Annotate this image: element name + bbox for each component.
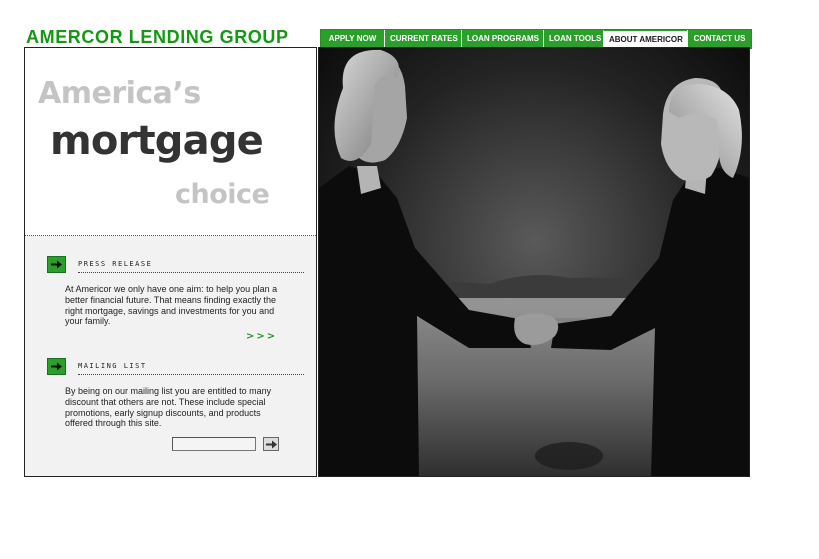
nav-current-rates[interactable]: CURRENT RATES xyxy=(384,30,461,48)
nav-loan-programs[interactable]: LOAN PROGRAMS xyxy=(461,30,543,48)
hero-line-mortgage: mortgage xyxy=(50,118,264,164)
arrow-right-icon[interactable] xyxy=(47,358,66,375)
nav-apply-now[interactable]: APPLY NOW xyxy=(321,30,384,48)
arrow-right-icon[interactable] xyxy=(47,256,66,273)
hero-line-choice: choice xyxy=(175,179,270,210)
hero-photo-handshake xyxy=(319,47,750,477)
press-release-divider xyxy=(78,272,304,273)
brand-logo-text[interactable]: AMERCOR LENDING GROUP xyxy=(26,27,289,48)
press-release-text: At Americor we only have one aim: to hel… xyxy=(65,284,278,327)
hero-line-america: America’s xyxy=(38,76,201,111)
press-release-header: PRESS RELEASE xyxy=(47,256,304,274)
mailing-list-divider xyxy=(78,374,304,375)
nav-loan-tools[interactable]: LOAN TOOLS xyxy=(543,30,603,48)
mailing-list-submit-button[interactable] xyxy=(263,437,279,451)
main-navigation: APPLY NOW CURRENT RATES LOAN PROGRAMS LO… xyxy=(320,29,752,49)
mailing-list-header: MAILING LIST xyxy=(47,358,304,376)
mailing-list-text: By being on our mailing list you are ent… xyxy=(65,386,272,429)
left-content-panel: America’s mortgage choice PRESS RELEASE … xyxy=(24,47,316,477)
nav-contact-us[interactable]: CONTACT US xyxy=(687,30,751,48)
mailing-list-email-input[interactable] xyxy=(172,437,256,451)
press-release-title: PRESS RELEASE xyxy=(78,260,153,268)
hero-tagline: America’s mortgage choice xyxy=(25,48,316,236)
nav-about-americor[interactable]: ABOUT AMERICOR xyxy=(603,30,687,48)
arrow-right-icon xyxy=(266,440,277,449)
mailing-list-title: MAILING LIST xyxy=(78,362,147,370)
press-release-more-link[interactable]: >>> xyxy=(246,331,277,342)
